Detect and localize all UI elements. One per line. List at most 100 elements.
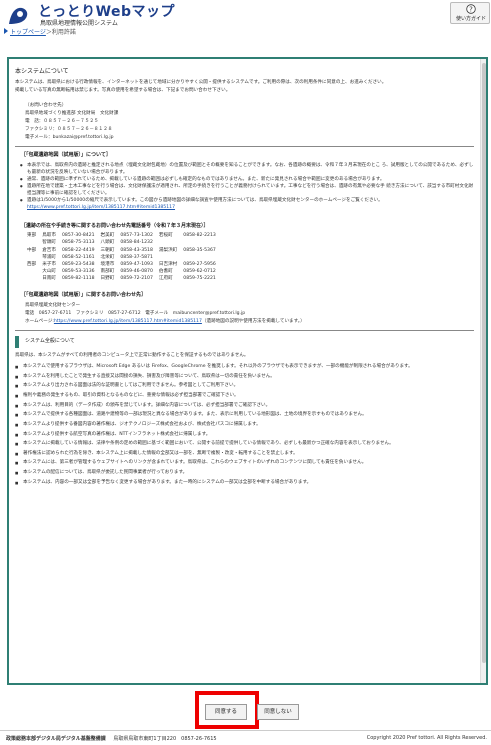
system-item: 本システムより出力される図面は法的な証明書としてはご利用できません。参考図として… [15, 381, 474, 391]
contact-line: 電 話：０８５７－２６－７５２５ [25, 118, 99, 124]
table-cell: 0859-72-2107 [120, 275, 153, 281]
table-cell [159, 254, 183, 261]
table-cell: 鳥取市 [42, 233, 56, 239]
contact-line: 電子メール：bunkazai@pref.tottori.lg.jp [25, 134, 114, 140]
system-section-title: システム全般について [15, 336, 474, 348]
table-cell: 智頭町 [42, 240, 56, 246]
consent-buttons: 同意する 同意しない [0, 688, 491, 729]
table-row: 西部 米子市 0859-23-5438 境港市 0859-47-1093 日吉津村 0859… [27, 261, 222, 268]
table-cell: 0857-30-8421 [62, 233, 95, 239]
table-cell: 0857-73-1302 [120, 233, 153, 239]
app-subtitle: 鳥取県地理情報公開システム [40, 20, 118, 27]
scrollbar-thumb[interactable] [482, 63, 486, 663]
help-guide-button[interactable]: ? 使い方ガイド [450, 2, 490, 24]
table-cell: 0858-52-1161 [62, 254, 95, 260]
table-cell [183, 239, 222, 246]
heritage-item: 遺跡は1/5000から1/50000の縮尺で表示しています。この図から遺跡地図の… [15, 197, 474, 204]
table-cell: 湯梨浜町 [158, 247, 178, 253]
heritage-item: 本表示では、鳥取県内の遺跡と推定される地点（埋蔵文化財包蔵地）の位置及び範囲とそ… [15, 162, 474, 176]
table-cell: 岩美町 [100, 233, 115, 239]
heritage-item: 通常、遺跡の範囲に準ずれているため、掲載している遺跡の範囲は必ずしも確定的なもの… [15, 176, 474, 183]
table-cell: 0859-23-5438 [62, 261, 95, 267]
breadcrumb-current: 利用許諾 [51, 29, 76, 36]
table-row: 中部 倉吉市 0858-22-4419 三朝町 0858-43-3518 湯梨浜町 0858… [27, 247, 222, 254]
table-cell: 0858-43-3518 [120, 247, 153, 253]
table-cell: 大山町 [42, 268, 56, 274]
footer-address: 鳥取県鳥取市東町1丁目220 0857-26-7615 [113, 736, 217, 742]
system-item: 本システムは、利用目的（データ作成）の頒布を禁じています。詳細な内容については、… [15, 401, 474, 411]
system-intro: 鳥取県は、本システムがすべての利用者のコンピュータ上で正常に動作することを保証す… [15, 352, 249, 358]
table-cell: 中部 [27, 247, 37, 253]
table-cell: 0858-75-3113 [62, 240, 95, 246]
disagree-button[interactable]: 同意しない [257, 704, 299, 720]
table-cell: 日南町 [42, 275, 56, 281]
footer: 政策総務本部デジタル局デジタル基盤整備課 鳥取県鳥取市東町1丁目220 0857… [0, 730, 491, 745]
contact-line: ファクシミリ：０８５７－２６－８１２８ [25, 126, 113, 132]
dept-contact-table: 東部 鳥取市 0857-30-8421 岩美町 0857-73-1302 若桜町 0858-… [27, 232, 222, 282]
breadcrumb-home-link[interactable]: トップページ [10, 29, 46, 36]
table-row: 東部 鳥取市 0857-30-8421 岩美町 0857-73-1302 若桜町 0858-… [27, 232, 222, 239]
system-item: 本システムで提供する各種図面は、道路や建物等の一部は現況と異なる場合があります。… [15, 410, 474, 420]
breadcrumb-arrow-icon [4, 28, 8, 34]
system-item: 本システムで使用するブラウザは、Microsoft Edge あるいは Fire… [15, 362, 474, 372]
intro-paragraph-1: 本システムは、鳥取県における行政情報を、インターネットを通じて地域に分かりやすく… [15, 80, 387, 86]
system-item: 本システムに掲載している情報は、法律や条例の定めの範囲に基づく範囲において、公開… [15, 439, 474, 449]
agree-button[interactable]: 同意する [205, 704, 247, 720]
table-cell [183, 254, 222, 261]
divider [15, 146, 474, 148]
footer-copyright: Copyright 2020 Pref tottori. All Rights … [366, 735, 487, 741]
footer-org: 政策総務本部デジタル局デジタル基盤整備課 [6, 736, 106, 742]
table-row: 日南町 0859-82-1118 日野町 0859-72-2107 江府町 0859-75… [27, 275, 222, 282]
contact-line: 鳥取県地域づくり推進部 文化財局 文化財課 [25, 110, 119, 116]
table-cell: 八頭町 [100, 240, 115, 246]
system-item: 本システムより提供する番図内容の著作権は、ジオテクノロジーズ株式会社および、株式… [15, 420, 474, 430]
divider [15, 330, 474, 332]
table-cell: 若桜町 [158, 233, 173, 239]
table-cell [159, 239, 183, 246]
table-row: 琴浦町 0858-52-1161 北栄町 0858-37-5871 [27, 254, 222, 261]
system-item: 本システムより提供する航空写真の著作権は、NTTインフラネット株式会社に帰属しま… [15, 430, 474, 440]
table-cell: 北栄町 [100, 254, 115, 260]
table-cell [27, 239, 42, 246]
center-homepage-link[interactable]: https://www.pref.tottori.lg.jp/item/1385… [54, 319, 202, 324]
center-line: 鳥取県埋蔵文化財センター [25, 302, 81, 308]
table-cell: 南部町 [100, 268, 115, 274]
system-item: 本システムは、内容の一部又は全部を予告なく変更する場合があります。また一時的にシ… [15, 478, 474, 488]
terms-scroll-area[interactable]: 本システムについて 本システムは、鳥取県における行政情報を、インターネットを通じ… [9, 59, 480, 683]
table-cell: 東部 [27, 233, 37, 239]
heritage-item: 遺跡所在地で建築・土木工事などを行う場合は、文化財保護法が適用され、所定の手続き… [15, 183, 474, 197]
table-cell: 0858-35-5367 [183, 247, 216, 253]
table-cell: 米子市 [42, 261, 56, 267]
table-cell [27, 275, 42, 282]
table-cell: 0859-53-3136 [62, 268, 95, 274]
center-homepage-line: ホームページ:https://www.pref.tottori.lg.jp/it… [25, 319, 305, 325]
system-item: 権利や義務の発生するもの、取引の資料となるものなどに、重要な情報は必ず担当部署で… [15, 391, 474, 401]
table-cell: 0858-82-2213 [183, 233, 216, 239]
system-item: 本システムを利用したことで発生する直接又は間接の損失、損害及び障害等について、鳥… [15, 372, 474, 382]
table-cell: 0859-62-0712 [183, 268, 216, 274]
table-row: 智頭町 0858-75-3113 八頭町 0858-84-1232 [27, 239, 222, 246]
table-cell: 0858-84-1232 [120, 240, 153, 246]
table-cell: 江府町 [158, 275, 173, 281]
table-cell [27, 254, 42, 261]
contact-heading: （お問い合わせ先） [25, 102, 67, 108]
table-row: 大山町 0859-53-3136 南部町 0859-46-0870 伯耆町 0859-62… [27, 268, 222, 275]
system-item: 本システムには、第三者が管理するウェブサイトへのリンクが含まれています。鳥取県は… [15, 458, 474, 468]
breadcrumb: トップページ＞利用許諾 [4, 27, 76, 36]
table-cell [27, 268, 42, 275]
center-line: 電話 0857-27-6711 ファクシミリ 0857-27-6712 電子メー… [25, 310, 246, 316]
table-cell: 0858-37-5871 [120, 254, 153, 260]
terms-title: 本システムについて [15, 68, 69, 75]
table-cell: 0859-75-2221 [183, 275, 216, 281]
table-cell: 境港市 [100, 261, 115, 267]
help-guide-label: 使い方ガイド [455, 16, 486, 22]
table-cell: 0859-82-1118 [62, 275, 95, 281]
heritage-link[interactable]: https://www.pref.tottori.lg.jp/item/1385… [27, 205, 175, 210]
system-item: 著作権法に認められた行為を除き、本システム上に掲載した情報の全部又は一部を、無断… [15, 449, 474, 459]
vertical-scrollbar[interactable] [480, 59, 486, 683]
system-item: 本システムの配信については、鳥取県が委託した民間事業者が行っております。 [15, 468, 474, 478]
table-cell: 倉吉市 [42, 247, 56, 253]
center-section-title: ［「包蔵遺跡地図（試用版）」に関するお問い合わせ先］ [21, 292, 147, 299]
svg-text:?: ? [469, 6, 473, 14]
table-cell: 西部 [27, 261, 37, 267]
